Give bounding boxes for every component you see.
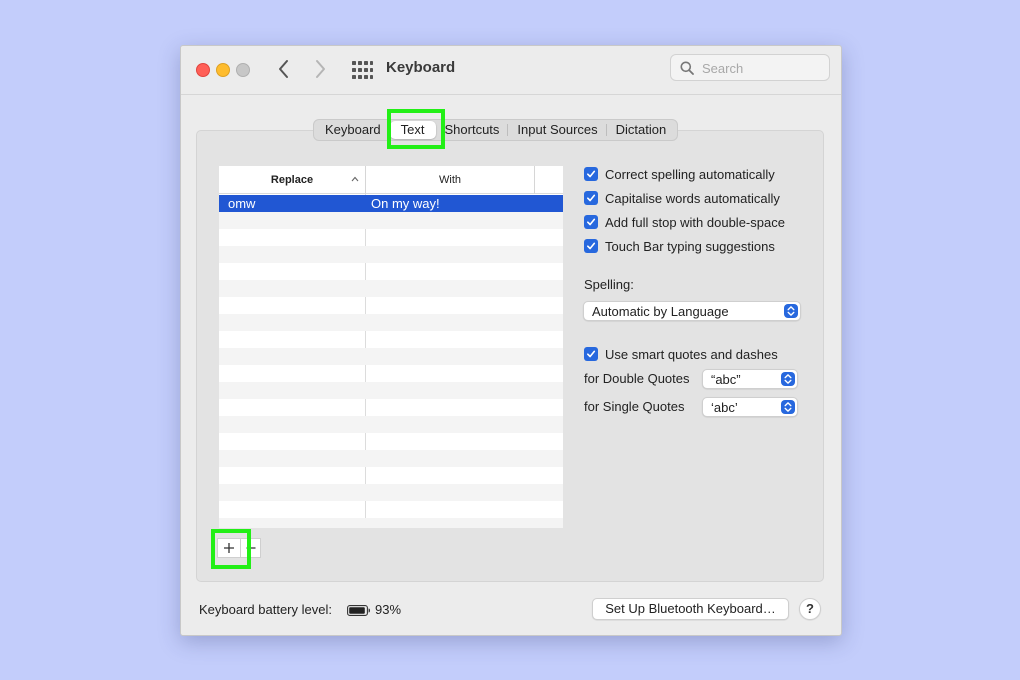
battery-percent: 93% (375, 602, 402, 617)
empty-row[interactable] (219, 382, 563, 399)
battery-level-label: Keyboard battery level: (199, 602, 332, 617)
add-remove-controls (217, 538, 261, 558)
checkmark-icon (584, 239, 598, 253)
checkbox-label: Correct spelling automatically (605, 166, 775, 182)
tab-bar: Keyboard Text Shortcuts Input Sources Di… (313, 119, 679, 141)
double-quotes-value: “abc” (711, 372, 741, 387)
zoom-button[interactable] (236, 63, 250, 77)
minimize-button[interactable] (216, 63, 230, 77)
plus-icon (224, 543, 234, 553)
checkbox-correct-spelling[interactable]: Correct spelling automatically (584, 165, 775, 183)
grid-icon (352, 61, 373, 79)
single-quotes-popup[interactable]: ‘abc’ (702, 397, 798, 417)
empty-row[interactable] (219, 450, 563, 467)
checkmark-icon (584, 191, 598, 205)
remove-button[interactable] (241, 538, 261, 558)
checkbox-capitalise-words[interactable]: Capitalise words automatically (584, 189, 780, 207)
empty-row[interactable] (219, 348, 563, 365)
empty-row[interactable] (219, 467, 563, 484)
setup-bluetooth-keyboard-button[interactable]: Set Up Bluetooth Keyboard… (592, 598, 789, 620)
column-header-with[interactable]: With (366, 166, 535, 194)
add-button[interactable] (217, 538, 241, 558)
empty-row[interactable] (219, 263, 563, 280)
empty-row[interactable] (219, 331, 563, 348)
empty-row[interactable] (219, 229, 563, 246)
checkmark-icon (584, 167, 598, 181)
minus-icon (246, 547, 255, 549)
empty-row[interactable] (219, 246, 563, 263)
double-quotes-label: for Double Quotes (584, 371, 690, 386)
forward-button[interactable] (308, 57, 332, 81)
tab-dictation[interactable]: Dictation (607, 121, 676, 139)
search-icon (680, 61, 694, 75)
up-down-arrows-icon (781, 400, 795, 414)
tab-input-sources[interactable]: Input Sources (508, 121, 607, 139)
back-button[interactable] (272, 57, 296, 81)
empty-row[interactable] (219, 518, 563, 528)
spelling-popup[interactable]: Automatic by Language (583, 301, 801, 321)
checkbox-touch-bar[interactable]: Touch Bar typing suggestions (584, 237, 775, 255)
empty-row[interactable] (219, 280, 563, 297)
spelling-popup-value: Automatic by Language (592, 304, 729, 319)
tab-text[interactable]: Text (389, 121, 436, 139)
empty-row[interactable] (219, 484, 563, 501)
empty-row[interactable] (219, 501, 563, 518)
empty-row[interactable] (219, 297, 563, 314)
checkbox-label: Touch Bar typing suggestions (605, 238, 775, 254)
window-title: Keyboard (386, 59, 456, 76)
empty-row[interactable] (219, 212, 563, 229)
sort-ascending-icon (351, 176, 359, 182)
empty-row[interactable] (219, 416, 563, 433)
checkmark-icon (584, 215, 598, 229)
keyboard-preferences-window: Keyboard Keyboard Text Shortcuts Input S… (180, 45, 842, 636)
empty-row[interactable] (219, 399, 563, 416)
text-replacement-table[interactable]: Replace With omw On my way! (219, 166, 563, 528)
checkbox-label: Capitalise words automatically (605, 190, 780, 206)
checkbox-smart-quotes[interactable]: Use smart quotes and dashes (584, 345, 778, 363)
table-rows: omw On my way! (219, 195, 563, 528)
chevron-right-icon (316, 60, 325, 78)
cell-replace: omw (228, 196, 256, 211)
table-header: Replace With (219, 166, 563, 194)
empty-row[interactable] (219, 433, 563, 450)
search-field[interactable] (670, 54, 830, 81)
spelling-label: Spelling: (584, 277, 634, 292)
checkbox-label: Add full stop with double-space (605, 214, 785, 230)
tab-shortcuts[interactable]: Shortcuts (436, 121, 509, 139)
double-quotes-popup[interactable]: “abc” (702, 369, 798, 389)
up-down-arrows-icon (784, 304, 798, 318)
checkbox-label: Use smart quotes and dashes (605, 346, 778, 362)
show-all-button[interactable] (351, 59, 373, 81)
tab-keyboard[interactable]: Keyboard (316, 121, 390, 139)
single-quotes-label: for Single Quotes (584, 399, 685, 414)
title-bar: Keyboard (181, 46, 841, 95)
empty-row[interactable] (219, 314, 563, 331)
column-header-replace[interactable]: Replace (219, 166, 366, 194)
column-header-replace-label: Replace (270, 174, 314, 186)
up-down-arrows-icon (781, 372, 795, 386)
close-button[interactable] (196, 63, 210, 77)
checkbox-full-stop[interactable]: Add full stop with double-space (584, 213, 785, 231)
table-row[interactable]: omw On my way! (219, 195, 563, 212)
empty-row[interactable] (219, 365, 563, 382)
battery-icon (347, 605, 370, 616)
cell-with: On my way! (371, 196, 440, 211)
single-quotes-value: ‘abc’ (711, 400, 738, 415)
chevron-left-icon (279, 60, 288, 78)
checkmark-icon (584, 347, 598, 361)
search-input[interactable] (700, 58, 824, 79)
help-button[interactable]: ? (799, 598, 821, 620)
